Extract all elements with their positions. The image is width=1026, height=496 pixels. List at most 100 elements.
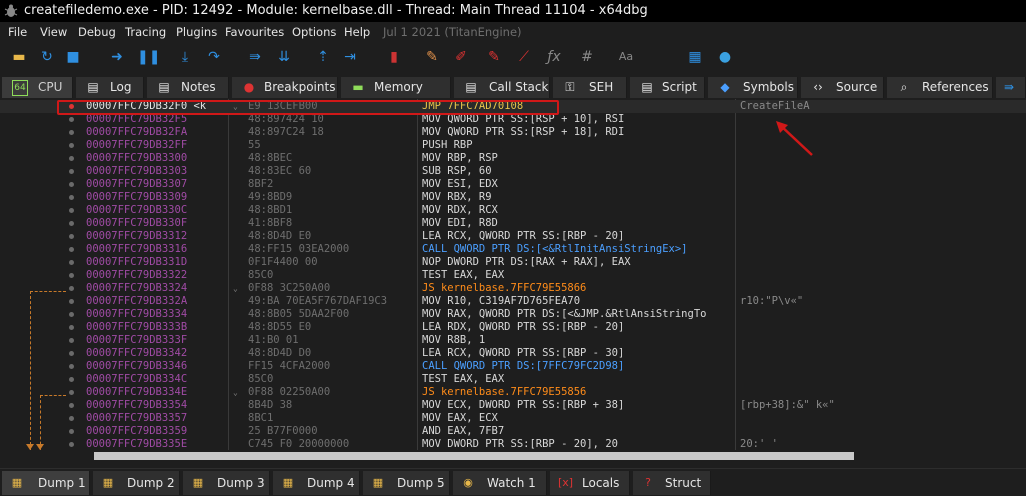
close-icon[interactable]: ■ xyxy=(64,48,82,66)
disassembly-row[interactable]: 00007FFC79DB3324 ⌄ 0F88 3C250A00 JS kernelb… xyxy=(0,282,1026,295)
tab-source[interactable]: ‹› Source xyxy=(801,77,884,98)
menu-debug[interactable]: Debug xyxy=(78,25,116,39)
breakpoint-toggle-icon[interactable] xyxy=(69,416,74,421)
tab-cpu[interactable]: 64 CPU xyxy=(2,77,73,98)
breakpoint-toggle-icon[interactable] xyxy=(69,169,74,174)
breakpoint-toggle-icon[interactable] xyxy=(69,260,74,265)
breakpoint-toggle-icon[interactable] xyxy=(69,247,74,252)
breakpoint-toggle-icon[interactable] xyxy=(69,273,74,278)
disassembly-row[interactable]: 00007FFC79DB334E ⌄ 0F88 02250A00 JS kernelb… xyxy=(0,386,1026,399)
breakpoint-toggle-icon[interactable] xyxy=(69,208,74,213)
tab-breakpoints[interactable]: ● Breakpoints xyxy=(232,77,338,98)
pause-icon[interactable]: ❚❚ xyxy=(137,48,160,66)
breakpoint-toggle-icon[interactable] xyxy=(69,377,74,382)
menu-favourites[interactable]: Favourites xyxy=(225,25,284,39)
disassembly-row[interactable]: 00007FFC79DB3316 48:FF15 03EA2000 CALL QWO… xyxy=(0,243,1026,256)
tab-memory-map[interactable]: ▬ Memory Map xyxy=(341,77,451,115)
settings-icon[interactable]: ▦ xyxy=(686,48,704,66)
breakpoint-toggle-icon[interactable] xyxy=(69,338,74,343)
disassembly-row[interactable]: 00007FFC79DB331D 0F1F4400 00 NOP DWORD PTR… xyxy=(0,256,1026,269)
breakpoint-toggle-icon[interactable] xyxy=(69,195,74,200)
disassembly-row[interactable]: 00007FFC79DB3342 48:8D4D D0 LEA RCX, QWORD… xyxy=(0,347,1026,360)
execute-till-return-icon[interactable]: ⇡ xyxy=(314,48,332,66)
disassembly-row[interactable]: 00007FFC79DB3300 48:8BEC MOV RBP, RSP xyxy=(0,152,1026,165)
disassembly-row[interactable]: 00007FFC79DB3307 8BF2 MOV ESI, EDX xyxy=(0,178,1026,191)
globe-icon[interactable]: ● xyxy=(716,48,734,66)
tab-dump-1[interactable]: ▦ Dump 1 xyxy=(2,471,90,495)
trace-into-icon[interactable]: ⇛ xyxy=(246,48,264,66)
disassembly-row[interactable]: 00007FFC79DB3303 48:83EC 60 SUB RSP, 60 xyxy=(0,165,1026,178)
tab-notes[interactable]: ▤ Notes xyxy=(147,77,229,98)
breakpoint-toggle-icon[interactable] xyxy=(69,403,74,408)
menu-view[interactable]: View xyxy=(40,25,67,39)
tab-dump-4[interactable]: ▦ Dump 4 xyxy=(273,471,360,495)
tab-watch-1[interactable]: ◉ Watch 1 xyxy=(453,471,547,495)
tab-log[interactable]: ▤ Log xyxy=(76,77,144,98)
breakpoint-toggle-icon[interactable] xyxy=(69,429,74,434)
breakpoint-toggle-icon[interactable] xyxy=(69,286,74,291)
tab-struct[interactable]: ? Struct xyxy=(633,471,711,495)
menu-tracing[interactable]: Tracing xyxy=(125,25,166,39)
tab-dump-3[interactable]: ▦ Dump 3 xyxy=(183,471,270,495)
tab-more[interactable]: ⇛ xyxy=(996,77,1026,98)
disassembly-row[interactable]: 00007FFC79DB332A 49:BA 70EA5F767DAF19C3 MO… xyxy=(0,295,1026,308)
breakpoint-toggle-icon[interactable] xyxy=(69,143,74,148)
comment-icon[interactable]: ✐ xyxy=(452,48,470,66)
breakpoint-toggle-icon[interactable] xyxy=(69,325,74,330)
tab-dump-2[interactable]: ▦ Dump 2 xyxy=(93,471,180,495)
disassembly-row[interactable]: 00007FFC79DB3309 49:8BD9 MOV RBX, R9 xyxy=(0,191,1026,204)
disassembly-row[interactable]: 00007FFC79DB333B 48:8D55 E0 LEA RDX, QWORD… xyxy=(0,321,1026,334)
breakpoint-toggle-icon[interactable] xyxy=(69,442,74,447)
tab-call-stack[interactable]: ▤ Call Stack xyxy=(454,77,550,98)
tab-script[interactable]: ▤ Script xyxy=(630,77,705,98)
font-icon[interactable]: Aa xyxy=(617,48,635,66)
disassembly-row[interactable]: 00007FFC79DB330C 48:8BD1 MOV RDX, RCX xyxy=(0,204,1026,217)
menu-plugins[interactable]: Plugins xyxy=(176,25,217,39)
menu-options[interactable]: Options xyxy=(292,25,336,39)
disassembly-row[interactable]: 00007FFC79DB3312 48:8D4D E0 LEA RCX, QWORD… xyxy=(0,230,1026,243)
breakpoint-toggle-icon[interactable] xyxy=(69,117,74,122)
disassembly-row[interactable]: 00007FFC79DB32FF 55 PUSH RBP xyxy=(0,139,1026,152)
run-icon[interactable]: ➜ xyxy=(108,48,126,66)
run-to-user-code-icon[interactable]: ⇥ xyxy=(341,48,359,66)
menu-help[interactable]: Help xyxy=(344,25,370,39)
breakpoint-toggle-icon[interactable] xyxy=(69,182,74,187)
menu-file[interactable]: File xyxy=(8,25,27,39)
function-icon[interactable]: ƒx xyxy=(545,48,563,66)
tab-references[interactable]: ⌕ References xyxy=(887,77,993,98)
breakpoint-toggle-icon[interactable] xyxy=(69,156,74,161)
trace-over-icon[interactable]: ⇊ xyxy=(275,48,293,66)
bookmark-icon[interactable]: ⟋ xyxy=(515,48,533,66)
disassembly-row[interactable]: 00007FFC79DB3346 FF15 4CFA2000 CALL QWORD … xyxy=(0,360,1026,373)
disassembly-row[interactable]: 00007FFC79DB3359 25 B77F0000 AND EAX, 7FB7 xyxy=(0,425,1026,438)
step-into-icon[interactable]: ⤓ xyxy=(176,48,194,66)
horizontal-scrollbar[interactable] xyxy=(0,450,1026,463)
restart-icon[interactable]: ↻ xyxy=(38,48,56,66)
disassembly-row[interactable]: 00007FFC79DB3322 85C0 TEST EAX, EAX xyxy=(0,269,1026,282)
scrollbar-thumb[interactable] xyxy=(94,452,854,460)
breakpoint-toggle-icon[interactable] xyxy=(69,221,74,226)
disassembly-view[interactable]: 00007FFC79DB32F0 <k ⌄ E9 13CEFB00 JMP 7FFC7… xyxy=(0,99,1026,450)
patch-icon[interactable]: ✎ xyxy=(423,48,441,66)
breakpoint-toggle-icon[interactable] xyxy=(69,234,74,239)
hash-icon[interactable]: # xyxy=(578,48,596,66)
tab-dump-5[interactable]: ▦ Dump 5 xyxy=(363,471,450,495)
disassembly-row[interactable]: 00007FFC79DB3357 8BC1 MOV EAX, ECX xyxy=(0,412,1026,425)
open-icon[interactable]: ▬ xyxy=(10,48,28,66)
disassembly-row[interactable]: 00007FFC79DB333F 41:B0 01 MOV R8B, 1 xyxy=(0,334,1026,347)
scylla-icon[interactable]: ▮ xyxy=(385,48,403,66)
disassembly-row[interactable]: 00007FFC79DB334C 85C0 TEST EAX, EAX xyxy=(0,373,1026,386)
breakpoint-toggle-icon[interactable] xyxy=(69,364,74,369)
tab-seh[interactable]: ⚿ SEH xyxy=(553,77,627,98)
label-icon[interactable]: ✎ xyxy=(485,48,503,66)
disassembly-row[interactable]: 00007FFC79DB32FA 48:897C24 18 MOV QWORD PT… xyxy=(0,126,1026,139)
breakpoint-toggle-icon[interactable] xyxy=(69,299,74,304)
step-over-icon[interactable]: ↷ xyxy=(205,48,223,66)
disassembly-row[interactable]: 00007FFC79DB335E C745 F0 20000000 MOV DWOR… xyxy=(0,438,1026,450)
tab-locals[interactable]: [x] Locals xyxy=(550,471,630,495)
tab-symbols[interactable]: ◆ Symbols xyxy=(708,77,798,98)
breakpoint-toggle-icon[interactable] xyxy=(69,351,74,356)
disassembly-row[interactable]: 00007FFC79DB3354 8B4D 38 MOV ECX, DWORD PT… xyxy=(0,399,1026,412)
breakpoint-toggle-icon[interactable] xyxy=(69,312,74,317)
disassembly-row[interactable]: 00007FFC79DB3334 48:8B05 5DAA2F00 MOV RAX,… xyxy=(0,308,1026,321)
